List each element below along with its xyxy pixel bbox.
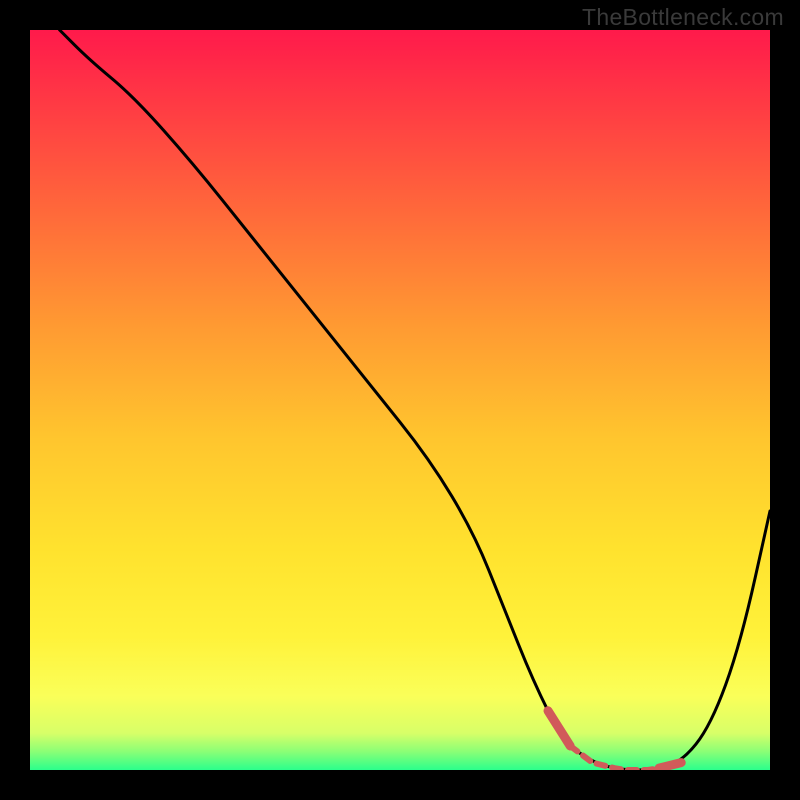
bottleneck-curve [30, 30, 770, 770]
chart-frame: TheBottleneck.com [0, 0, 800, 800]
watermark-text: TheBottleneck.com [582, 4, 784, 31]
plot-area [30, 30, 770, 770]
